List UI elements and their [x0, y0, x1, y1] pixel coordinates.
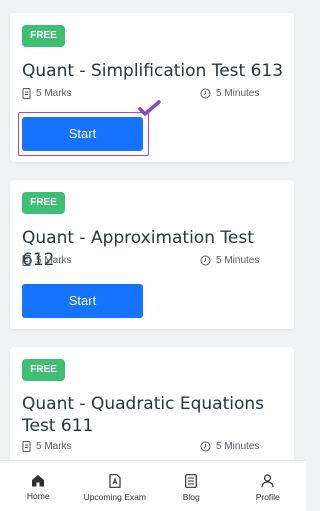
document-icon	[22, 255, 31, 266]
test-card: FREE Quant - Approximation Test 612 5 Ma…	[10, 180, 294, 329]
nav-blog[interactable]: Blog	[153, 461, 230, 511]
test-title: Quant - Simplification Test 613	[22, 61, 284, 81]
clock-icon	[200, 255, 211, 266]
test-list: FREE Quant - Simplification Test 613 5 M…	[0, 0, 306, 460]
free-badge: FREE	[22, 359, 65, 381]
home-icon	[32, 475, 45, 487]
clock-icon	[200, 441, 211, 452]
exam-document-icon	[109, 474, 121, 488]
marks-info: 5 Marks	[22, 255, 72, 266]
nav-profile[interactable]: Profile	[230, 461, 307, 511]
marks-info: 5 Marks	[22, 88, 72, 99]
free-badge: FREE	[22, 192, 65, 214]
duration-info: 5 Minutes	[200, 255, 259, 266]
test-title: Quant - Quadratic Equations Test 611	[22, 394, 265, 436]
marks-info: 5 Marks	[22, 441, 72, 452]
bottom-navigation: Home Upcoming Exam Blog Profile	[0, 460, 306, 511]
test-card: FREE Quant - Simplification Test 613 5 M…	[10, 13, 294, 162]
nav-upcoming-exam[interactable]: Upcoming Exam	[77, 461, 154, 511]
document-icon	[22, 441, 31, 452]
test-card: FREE Quant - Quadratic Equations Test 61…	[10, 347, 294, 460]
clock-icon	[200, 88, 211, 99]
marks-label: 5 Marks	[36, 255, 72, 266]
nav-label: Profile	[255, 492, 280, 502]
duration-info: 5 Minutes	[200, 441, 259, 452]
duration-label: 5 Minutes	[216, 255, 260, 266]
free-badge: FREE	[22, 25, 65, 47]
duration-info: 5 Minutes	[200, 88, 259, 99]
nav-label: Home	[26, 491, 50, 501]
nav-label: Blog	[182, 492, 200, 502]
blog-list-icon	[185, 474, 198, 488]
nav-label: Upcoming Exam	[83, 492, 146, 502]
profile-icon	[261, 474, 274, 488]
start-button[interactable]: Start	[22, 117, 143, 151]
marks-label: 5 Marks	[36, 441, 72, 452]
marks-label: 5 Marks	[36, 88, 72, 99]
start-button[interactable]: Start	[22, 284, 143, 318]
duration-label: 5 Minutes	[216, 441, 260, 452]
checkmark-icon	[138, 100, 161, 116]
document-icon	[22, 88, 31, 99]
duration-label: 5 Minutes	[216, 88, 260, 99]
nav-home[interactable]: Home	[0, 461, 77, 511]
